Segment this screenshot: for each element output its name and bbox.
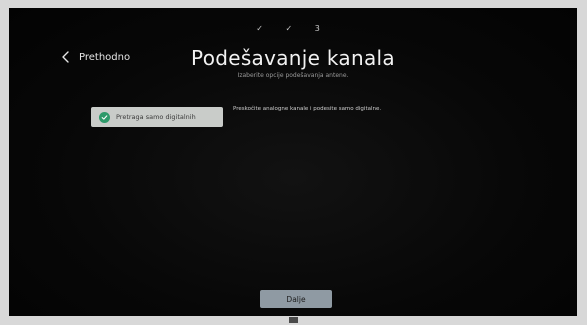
step-3: 3 bbox=[314, 24, 330, 33]
tv-screen: ✓ ✓ 3 Prethodno Podešavanje kanala Izabe… bbox=[9, 8, 577, 316]
page-subtitle: Izaberite opcije podešavanja antene. bbox=[237, 72, 349, 79]
step-2: ✓ bbox=[285, 24, 303, 33]
step-1: ✓ bbox=[256, 24, 273, 33]
check-circle-icon bbox=[99, 111, 110, 123]
option-label: Pretraga samo digitalnih bbox=[116, 113, 196, 121]
step-indicator: ✓ ✓ 3 bbox=[9, 24, 577, 33]
tv-frame: ✓ ✓ 3 Prethodno Podešavanje kanala Izabe… bbox=[0, 0, 587, 325]
page-title: Podešavanje kanala bbox=[191, 46, 395, 70]
option-description: Preskočite analogne kanale i podesite sa… bbox=[233, 106, 382, 112]
digital-only-option[interactable]: Pretraga samo digitalnih bbox=[91, 107, 223, 127]
next-button[interactable]: Dalje bbox=[260, 290, 332, 308]
tv-stand-logo bbox=[289, 317, 298, 323]
